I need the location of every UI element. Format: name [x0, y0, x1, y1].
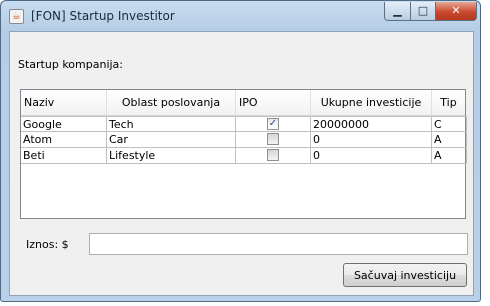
companies-table[interactable]: Naziv Oblast poslovanja IPO Ukupne inves…	[20, 89, 467, 219]
window-title: [FON] Startup Investitor	[31, 9, 175, 23]
cell-naziv[interactable]: Google	[21, 116, 107, 132]
column-header-naziv[interactable]: Naziv	[21, 90, 107, 116]
cell-oblast[interactable]: Tech	[107, 116, 236, 132]
cell-oblast[interactable]: Car	[107, 132, 236, 148]
close-icon: ✕	[451, 4, 461, 17]
companies-label: Startup kompanija:	[18, 58, 123, 71]
cell-ipo[interactable]	[236, 148, 311, 164]
column-header-tip[interactable]: Tip	[432, 90, 465, 116]
minimize-icon: ▁	[393, 4, 402, 17]
ipo-checkbox-unchecked[interactable]	[267, 133, 279, 145]
cell-naziv[interactable]: Beti	[21, 148, 107, 164]
cell-investicije[interactable]: 20000000	[311, 116, 432, 132]
maximize-icon: □	[417, 4, 429, 17]
cell-investicije[interactable]: 0	[311, 148, 432, 164]
cell-oblast[interactable]: Lifestyle	[107, 148, 236, 164]
title-bar[interactable]: ☕ [FON] Startup Investitor ▁ □ ✕	[1, 1, 480, 31]
cell-tip[interactable]: A	[432, 132, 467, 148]
table-row[interactable]: Google Tech ✓ 20000000 C	[21, 116, 467, 132]
cell-tip[interactable]: A	[432, 148, 467, 164]
cell-tip[interactable]: C	[432, 116, 467, 132]
column-header-ipo[interactable]: IPO	[236, 90, 311, 116]
table-header: Naziv Oblast poslovanja IPO Ukupne inves…	[21, 90, 465, 116]
save-investment-button[interactable]: Sačuvaj investiciju	[343, 263, 467, 287]
minimize-button[interactable]: ▁	[384, 2, 411, 21]
maximize-button[interactable]: □	[410, 2, 436, 21]
amount-input[interactable]	[89, 233, 468, 255]
cell-investicije[interactable]: 0	[311, 132, 432, 148]
java-coffee-icon: ☕	[9, 9, 24, 24]
column-header-oblast[interactable]: Oblast poslovanja	[107, 90, 236, 116]
column-header-investicije[interactable]: Ukupne investicije	[311, 90, 432, 116]
app-window: ☕ [FON] Startup Investitor ▁ □ ✕ Startup…	[0, 0, 481, 302]
table-row[interactable]: Beti Lifestyle 0 A	[21, 148, 467, 164]
table-row[interactable]: Atom Car 0 A	[21, 132, 467, 148]
cell-naziv[interactable]: Atom	[21, 132, 107, 148]
content-panel: Startup kompanija: Naziv Oblast poslovan…	[9, 31, 474, 296]
ipo-checkbox-checked[interactable]: ✓	[267, 118, 279, 130]
close-button[interactable]: ✕	[435, 2, 477, 21]
cell-ipo[interactable]: ✓	[236, 116, 311, 132]
cell-ipo[interactable]	[236, 132, 311, 148]
amount-label: Iznos: $	[26, 238, 69, 251]
ipo-checkbox-unchecked[interactable]	[267, 149, 279, 161]
